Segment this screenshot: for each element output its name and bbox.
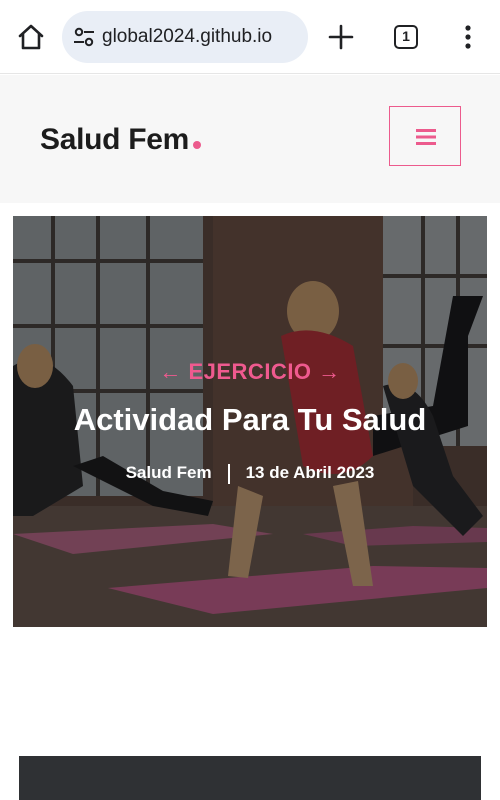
article-title[interactable]: Actividad Para Tu Salud [13,402,487,438]
meta-divider [227,463,230,484]
site-logo[interactable]: Salud Fem [40,123,201,157]
next-article-card[interactable] [19,756,481,800]
home-icon[interactable] [16,22,46,52]
article-meta: Salud Fem 13 de Abril 2023 [13,463,487,484]
kebab-menu-icon[interactable] [458,22,478,52]
plus-icon[interactable] [326,22,356,52]
hamburger-icon [416,129,436,145]
article-category[interactable]: ← EJERCICIO → [13,359,487,385]
menu-button[interactable] [389,106,461,166]
logo-dot [193,141,201,149]
article-author[interactable]: Salud Fem [126,463,212,482]
tabs-icon[interactable]: 1 [394,25,418,49]
tune-icon[interactable] [72,26,96,48]
article-date: 13 de Abril 2023 [245,463,375,482]
url-text: global2024.github.io [102,26,273,47]
browser-toolbar: global2024.github.io 1 [0,0,500,74]
hero-article[interactable]: ← EJERCICIO → Actividad Para Tu Salud Sa… [13,216,487,627]
site-header: Salud Fem [0,75,500,203]
site-logo-text: Salud Fem [40,123,189,156]
address-bar[interactable]: global2024.github.io [62,11,308,63]
